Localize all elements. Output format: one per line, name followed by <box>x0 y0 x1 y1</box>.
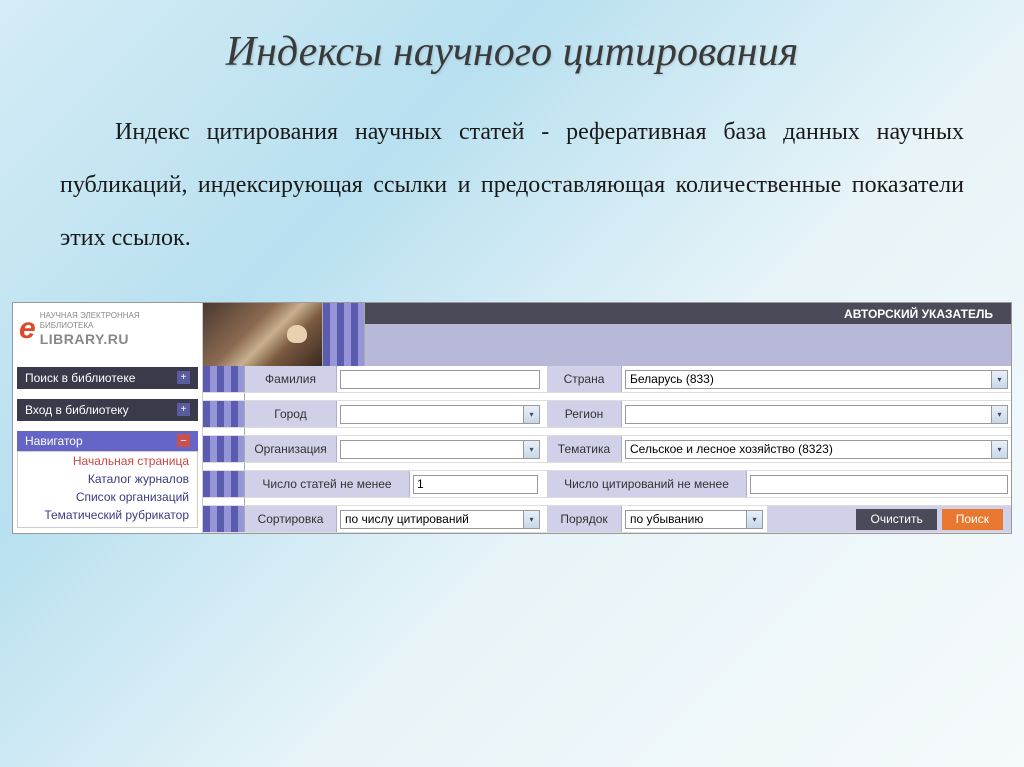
nav-item-home[interactable]: Начальная страница <box>18 452 197 470</box>
nav-item-topics[interactable]: Тематический рубрикатор <box>18 506 197 524</box>
header-spacer <box>365 324 1011 345</box>
nav-item-catalog[interactable]: Каталог журналов <box>18 470 197 488</box>
order-value: по убыванию <box>626 512 707 526</box>
articles-min-input[interactable] <box>413 475 538 494</box>
chevron-down-icon: ▾ <box>523 406 539 423</box>
search-form: Фамилия Страна Беларусь (833) ▾ Город <box>203 366 1011 533</box>
search-library-button[interactable]: Поиск в библиотеке + <box>17 367 198 389</box>
logo-e-icon: e <box>19 315 36 342</box>
slide-title: Индексы научного цитирования <box>0 0 1024 106</box>
chevron-down-icon: ▾ <box>991 406 1007 423</box>
clear-button[interactable]: Очистить <box>856 509 936 530</box>
color-stub <box>203 506 245 532</box>
page-title: АВТОРСКИЙ УКАЗАТЕЛЬ <box>365 303 1011 324</box>
country-label: Страна <box>547 366 622 392</box>
chevron-down-icon: ▾ <box>746 511 762 528</box>
region-label: Регион <box>547 401 622 427</box>
region-select[interactable]: ▾ <box>625 405 1008 424</box>
color-stub <box>203 471 245 497</box>
header-spacer <box>365 345 1011 366</box>
left-panel: e НАУЧНАЯ ЭЛЕКТРОННАЯ БИБЛИОТЕКА LIBRARY… <box>13 303 203 533</box>
color-stub <box>323 303 365 324</box>
login-library-label: Вход в библиотеку <box>25 403 129 417</box>
chevron-down-icon: ▾ <box>991 441 1007 458</box>
city-select[interactable]: ▾ <box>340 405 540 424</box>
order-select[interactable]: по убыванию ▾ <box>625 510 763 529</box>
expand-icon: + <box>177 403 190 416</box>
search-button[interactable]: Поиск <box>942 509 1003 530</box>
navigator-label: Навигатор <box>25 434 83 448</box>
search-library-label: Поиск в библиотеке <box>25 371 135 385</box>
logo-line2: БИБЛИОТЕКА <box>40 321 140 331</box>
topic-label: Тематика <box>547 436 622 462</box>
org-label: Организация <box>245 436 337 462</box>
login-library-button[interactable]: Вход в библиотеку + <box>17 399 198 421</box>
right-panel: АВТОРСКИЙ УКАЗАТЕЛЬ Фамилия Страна <box>203 303 1011 533</box>
topic-value: Сельское и лесное хозяйство (8323) <box>626 442 837 456</box>
sort-label: Сортировка <box>245 506 337 532</box>
citations-min-input[interactable] <box>750 475 1008 494</box>
org-select[interactable]: ▾ <box>340 440 540 459</box>
color-stub <box>203 366 245 392</box>
logo: e НАУЧНАЯ ЭЛЕКТРОННАЯ БИБЛИОТЕКА LIBRARY… <box>13 303 202 356</box>
order-label: Порядок <box>547 506 622 532</box>
chevron-down-icon: ▾ <box>991 371 1007 388</box>
color-stub <box>323 324 365 345</box>
chevron-down-icon: ▾ <box>523 441 539 458</box>
chevron-down-icon: ▾ <box>523 511 539 528</box>
top-header: АВТОРСКИЙ УКАЗАТЕЛЬ <box>203 303 1011 366</box>
citations-min-label: Число цитирований не менее <box>547 471 747 497</box>
color-stub <box>323 345 365 366</box>
slide-paragraph: Индекс цитирования научных статей - рефе… <box>0 106 1024 264</box>
navigator-header[interactable]: Навигатор − <box>17 431 198 451</box>
navigator-list: Начальная страница Каталог журналов Спис… <box>17 451 198 528</box>
color-stub <box>203 436 245 462</box>
collapse-icon: − <box>177 434 190 447</box>
logo-brand: LIBRARY.RU <box>40 331 140 347</box>
surname-input[interactable] <box>340 370 540 389</box>
expand-icon: + <box>177 371 190 384</box>
topic-select[interactable]: Сельское и лесное хозяйство (8323) ▾ <box>625 440 1008 459</box>
elibrary-screenshot: e НАУЧНАЯ ЭЛЕКТРОННАЯ БИБЛИОТЕКА LIBRARY… <box>12 302 1012 534</box>
country-select[interactable]: Беларусь (833) ▾ <box>625 370 1008 389</box>
articles-min-label: Число статей не менее <box>245 471 410 497</box>
city-label: Город <box>245 401 337 427</box>
color-stub <box>203 401 245 427</box>
logo-line1: НАУЧНАЯ ЭЛЕКТРОННАЯ <box>40 311 140 321</box>
sort-select[interactable]: по числу цитирований ▾ <box>340 510 540 529</box>
surname-label: Фамилия <box>245 366 337 392</box>
country-value: Беларусь (833) <box>626 372 718 386</box>
sort-value: по числу цитирований <box>341 512 473 526</box>
header-photo <box>203 303 323 366</box>
nav-item-orgs[interactable]: Список организаций <box>18 488 197 506</box>
